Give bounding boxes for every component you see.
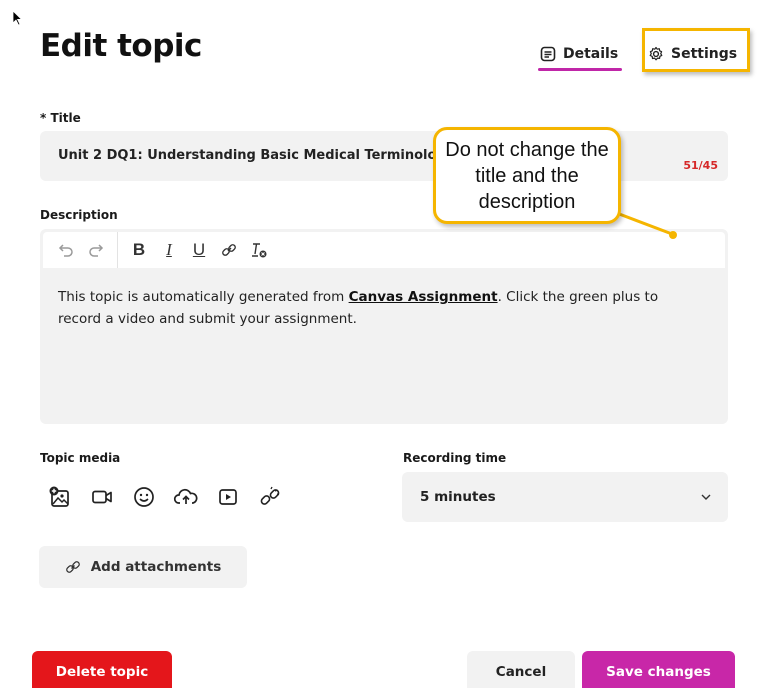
paperclip-link-icon xyxy=(65,561,80,573)
tab-details[interactable]: Details xyxy=(540,44,618,64)
description-label: Description xyxy=(40,208,118,222)
title-value: Unit 2 DQ1: Understanding Basic Medical … xyxy=(58,148,455,163)
mouse-cursor-icon xyxy=(12,10,23,26)
tab-settings-label: Settings xyxy=(671,46,738,62)
tab-details-label: Details xyxy=(563,46,619,62)
description-text: This topic is automatically generated fr… xyxy=(58,289,659,327)
toolbar-divider xyxy=(117,232,118,268)
topic-media-label: Topic media xyxy=(40,451,121,465)
italic-icon[interactable]: I xyxy=(154,236,184,264)
description-editor[interactable]: B I U This topic is automatically genera… xyxy=(40,229,728,424)
link-icon[interactable] xyxy=(214,236,244,264)
emoji-icon[interactable] xyxy=(130,483,158,511)
recording-time-select[interactable]: 5 minutes xyxy=(402,472,728,522)
add-image-icon[interactable] xyxy=(46,483,74,511)
play-icon[interactable] xyxy=(214,483,242,511)
gear-icon xyxy=(649,46,663,61)
underline-icon[interactable]: U xyxy=(184,236,214,264)
details-icon xyxy=(540,46,556,62)
recording-time-label: Recording time xyxy=(403,451,507,465)
add-attachments-label: Add attachments xyxy=(90,559,222,575)
link-broken-icon[interactable] xyxy=(256,483,284,511)
add-attachments-button[interactable]: Add attachments xyxy=(39,546,247,588)
save-changes-button[interactable]: Save changes xyxy=(582,651,735,688)
title-char-count: 51/45 xyxy=(683,159,718,172)
annotation-callout: Do not change the title and the descript… xyxy=(433,127,621,224)
page-title: Edit topic xyxy=(40,28,202,64)
bold-icon[interactable]: B xyxy=(124,236,154,264)
cancel-button[interactable]: Cancel xyxy=(467,651,575,688)
delete-topic-button[interactable]: Delete topic xyxy=(32,651,172,688)
editor-toolbar: B I U xyxy=(43,232,725,268)
tab-settings[interactable]: Settings xyxy=(648,44,737,64)
topic-media-toolbar xyxy=(46,483,284,511)
recording-time-value: 5 minutes xyxy=(420,489,496,505)
active-tab-indicator xyxy=(538,68,622,71)
clear-format-icon[interactable] xyxy=(244,236,274,264)
canvas-assignment-link[interactable]: Canvas Assignment xyxy=(349,289,498,305)
upload-cloud-icon[interactable] xyxy=(172,483,200,511)
redo-icon[interactable] xyxy=(81,236,111,264)
chevron-down-icon xyxy=(701,494,711,500)
title-label: * Title xyxy=(40,111,81,125)
undo-icon[interactable] xyxy=(51,236,81,264)
title-input[interactable]: Unit 2 DQ1: Understanding Basic Medical … xyxy=(40,131,728,181)
video-icon[interactable] xyxy=(88,483,116,511)
